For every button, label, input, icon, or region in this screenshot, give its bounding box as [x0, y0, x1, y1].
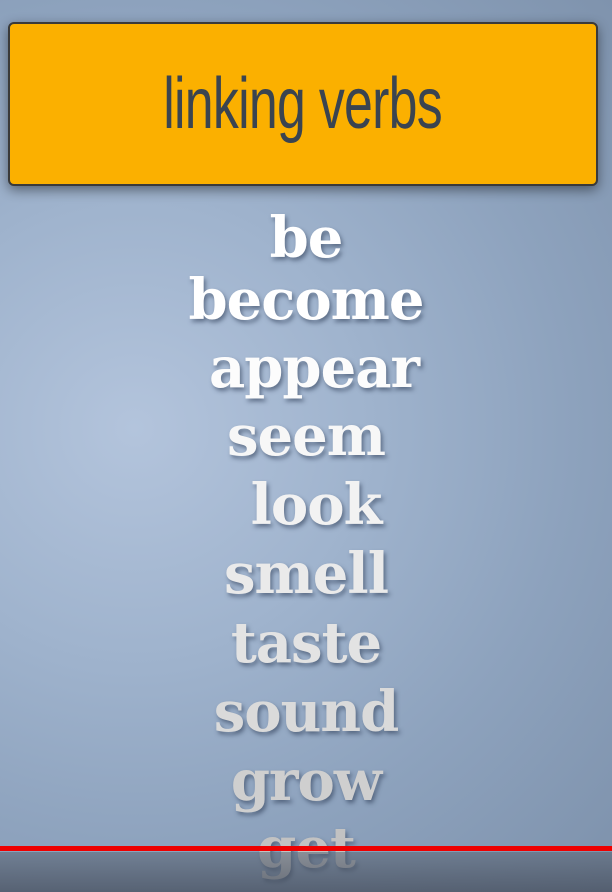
page-title: linking verbs	[163, 64, 443, 144]
verb-word: taste	[230, 610, 382, 676]
video-progress-bar[interactable]	[0, 846, 612, 851]
verb-word: seem	[226, 403, 386, 469]
verb-word: sound	[213, 679, 399, 745]
player-controls-shade	[0, 852, 612, 892]
video-progress-fill	[0, 846, 612, 851]
verb-word: be	[269, 205, 344, 271]
title-banner: linking verbs	[8, 22, 598, 186]
verb-word: appear	[208, 335, 420, 401]
verb-word: look	[250, 472, 383, 538]
verb-word: become	[188, 267, 424, 333]
verb-word: smell	[224, 541, 389, 607]
verb-word: grow	[230, 748, 382, 814]
